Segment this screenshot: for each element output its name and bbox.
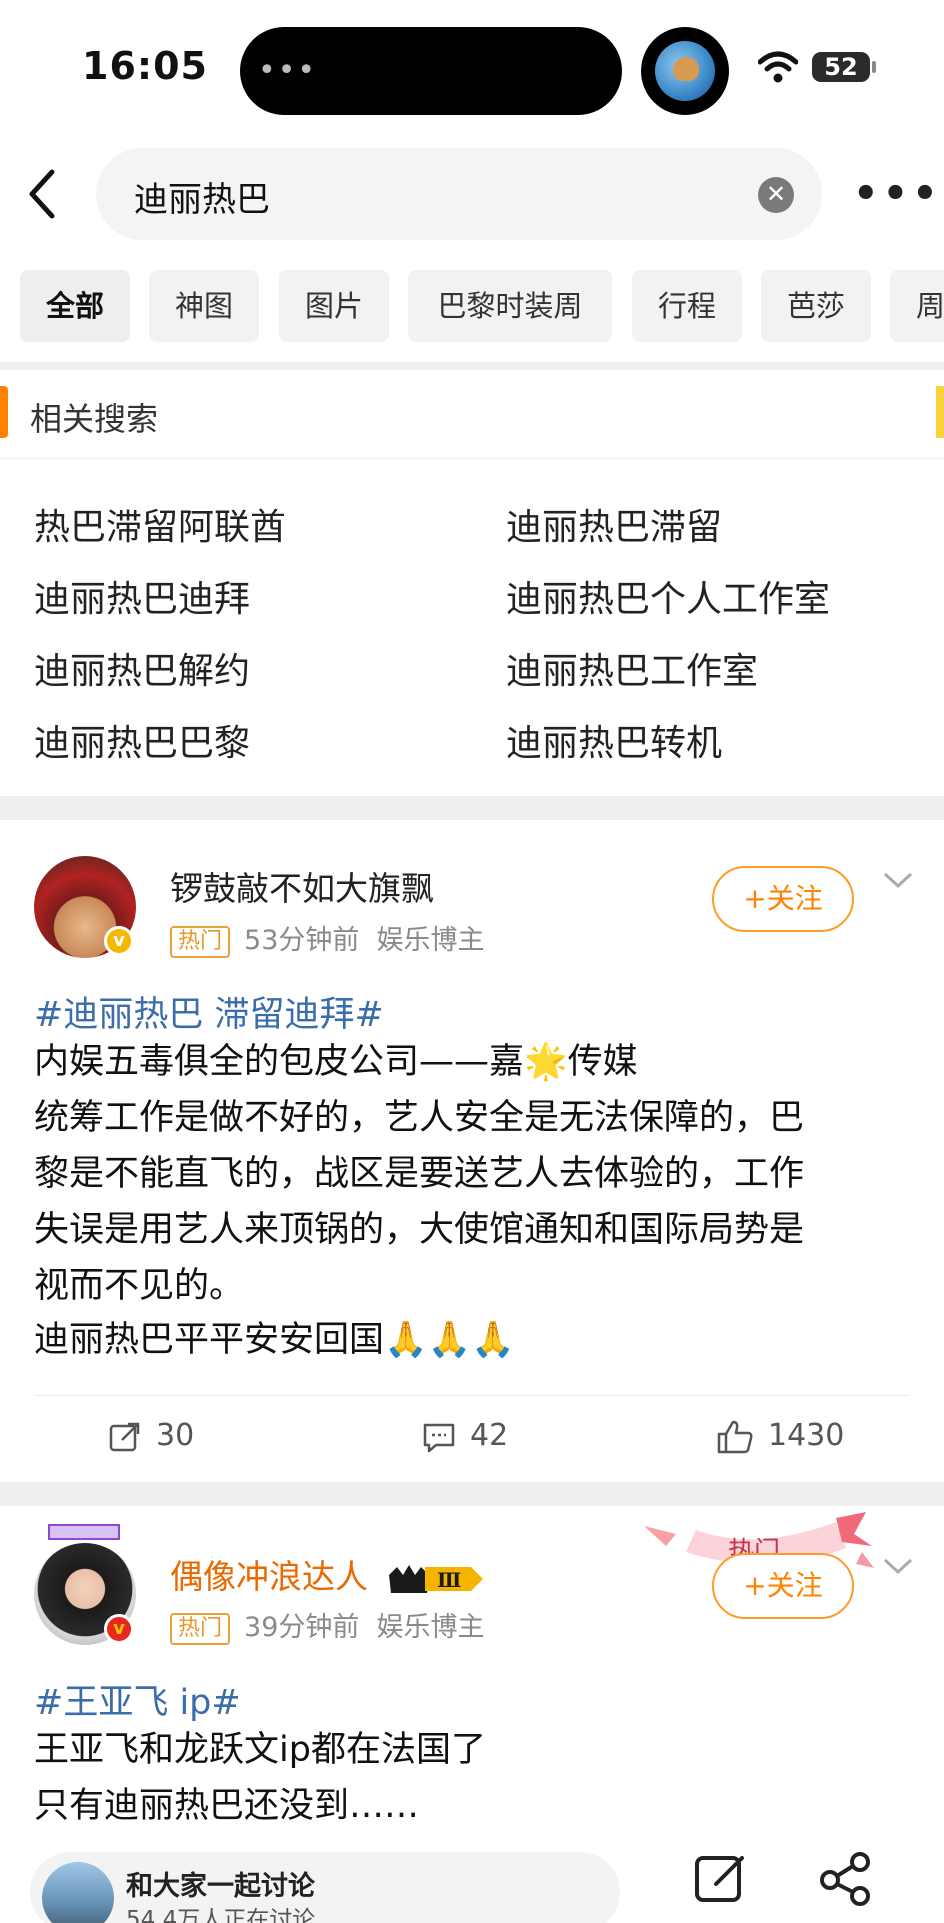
post-topic[interactable]: #迪丽热巴 滞留迪拜# [34, 986, 384, 1037]
like-button[interactable]: 1430 [716, 1418, 844, 1455]
post-body-line: 迪丽热巴平平安安回国🙏🙏🙏 [34, 1320, 515, 1360]
related-item[interactable]: 迪丽热巴巴黎 [34, 714, 250, 766]
post-topic[interactable]: #王亚飞 ip# [34, 1674, 241, 1725]
post-role: 娱乐博主 [376, 1612, 485, 1643]
chip-more[interactable]: 周 [890, 270, 944, 342]
hot-tag: 热门 [170, 1612, 231, 1645]
status-bar: 16:05 ••• 52 [0, 0, 944, 140]
follow-button[interactable]: +关注 [712, 866, 854, 932]
more-icon[interactable]: ••• [853, 174, 942, 214]
verified-badge-icon: v [104, 1614, 134, 1644]
post-meta: 热门 53分钟前 娱乐博主 [170, 918, 485, 958]
post-body-line: 视而不见的。 [34, 1266, 245, 1306]
avatar-frame-decoration [48, 1524, 120, 1540]
post-body-line: 王亚飞和龙跃文ip都在法国了 [34, 1730, 486, 1770]
thumbs-up-icon [717, 1420, 753, 1453]
post-username-text: 偶像冲浪达人 [170, 1557, 368, 1596]
comment-count: 42 [470, 1418, 509, 1453]
verified-badge-icon: v [104, 926, 134, 956]
related-item[interactable]: 迪丽热巴迪拜 [34, 570, 250, 622]
related-item[interactable]: 迪丽热巴个人工作室 [506, 570, 830, 622]
chevron-down-icon[interactable] [882, 870, 914, 890]
chip-images[interactable]: 图片 [279, 270, 389, 342]
filter-chips: 全部 神图 图片 巴黎时装周 行程 芭莎 周 [0, 270, 944, 346]
compose-icon[interactable] [692, 1850, 748, 1906]
floating-app-icon[interactable] [641, 27, 729, 115]
post-username[interactable]: 锣鼓敲不如大旗飘 [170, 862, 434, 910]
chip-paris-fashion-week[interactable]: 巴黎时装周 [408, 270, 612, 342]
post-body-line: 黎是不能直飞的，战区是要送艺人去体验的，工作 [34, 1154, 805, 1194]
comment-button[interactable]: 42 [422, 1418, 508, 1454]
clear-icon[interactable]: ✕ [758, 177, 794, 213]
back-arrow-icon[interactable] [22, 166, 62, 222]
related-item[interactable]: 迪丽热巴滞留 [506, 498, 722, 550]
related-search-title: 相关搜索 [30, 400, 159, 438]
divider [0, 458, 944, 459]
post-meta: 热门 39分钟前 娱乐博主 [170, 1605, 485, 1645]
battery-indicator: 52 [812, 52, 870, 82]
accent-bar [0, 386, 8, 438]
member-level-badge-icon: Ⅲ [388, 1564, 483, 1593]
related-item[interactable]: 热巴滞留阿联酋 [34, 498, 286, 550]
divider [0, 362, 944, 370]
post-body-line: 失误是用艺人来顶锅的，大使馆通知和国际局势是 [34, 1210, 805, 1250]
share-icon[interactable] [818, 1850, 874, 1906]
post-body-line: 统筹工作是做不好的，艺人安全是无法保障的，巴 [34, 1098, 805, 1138]
follow-button[interactable]: +关注 [712, 1553, 854, 1619]
chip-shentu[interactable]: 神图 [149, 270, 259, 342]
chip-schedule[interactable]: 行程 [632, 270, 742, 342]
hot-tag: 热门 [170, 925, 231, 958]
discussion-avatar [42, 1862, 114, 1923]
related-item[interactable]: 迪丽热巴工作室 [506, 642, 758, 694]
status-time: 16:05 [82, 44, 208, 88]
related-item[interactable]: 迪丽热巴转机 [506, 714, 722, 766]
section-divider [0, 796, 944, 820]
discussion-count: 54.4万人正在讨论 [126, 1907, 316, 1923]
dynamic-island: ••• [240, 27, 622, 115]
section-divider [0, 1482, 944, 1506]
discussion-title: 和大家一起讨论 [126, 1871, 315, 1902]
chip-bazaar[interactable]: 芭莎 [761, 270, 871, 342]
post-username[interactable]: 偶像冲浪达人 Ⅲ [170, 1550, 485, 1598]
post-actions: 30 42 1430 [34, 1395, 910, 1481]
discussion-entry[interactable]: 和大家一起讨论 54.4万人正在讨论 [30, 1852, 620, 1923]
like-count: 1430 [768, 1418, 845, 1453]
chip-all[interactable]: 全部 [20, 270, 130, 342]
post-role: 娱乐博主 [376, 925, 485, 956]
post-body-line: 只有迪丽热巴还没到…… [34, 1786, 420, 1826]
search-query[interactable]: 迪丽热巴 [134, 172, 270, 221]
chevron-down-icon[interactable] [882, 1556, 914, 1576]
accent-bar-right [936, 386, 944, 438]
battery-tip [872, 61, 876, 73]
level-text: Ⅲ [437, 1568, 461, 1592]
post-time: 39分钟前 [244, 1612, 360, 1643]
comment-icon [423, 1423, 455, 1452]
related-search-header: 相关搜索 [0, 386, 944, 458]
repost-count: 30 [156, 1418, 195, 1453]
post-body-line: 内娱五毒俱全的包皮公司——嘉🌟传媒 [34, 1042, 638, 1082]
wifi-icon [758, 51, 798, 83]
post-time: 53分钟前 [244, 925, 360, 956]
repost-button[interactable]: 30 [108, 1418, 194, 1454]
repost-icon [109, 1422, 140, 1451]
search-input[interactable]: 迪丽热巴 ✕ [96, 148, 822, 240]
island-dots-icon: ••• [258, 53, 318, 88]
related-item[interactable]: 迪丽热巴解约 [34, 642, 250, 694]
